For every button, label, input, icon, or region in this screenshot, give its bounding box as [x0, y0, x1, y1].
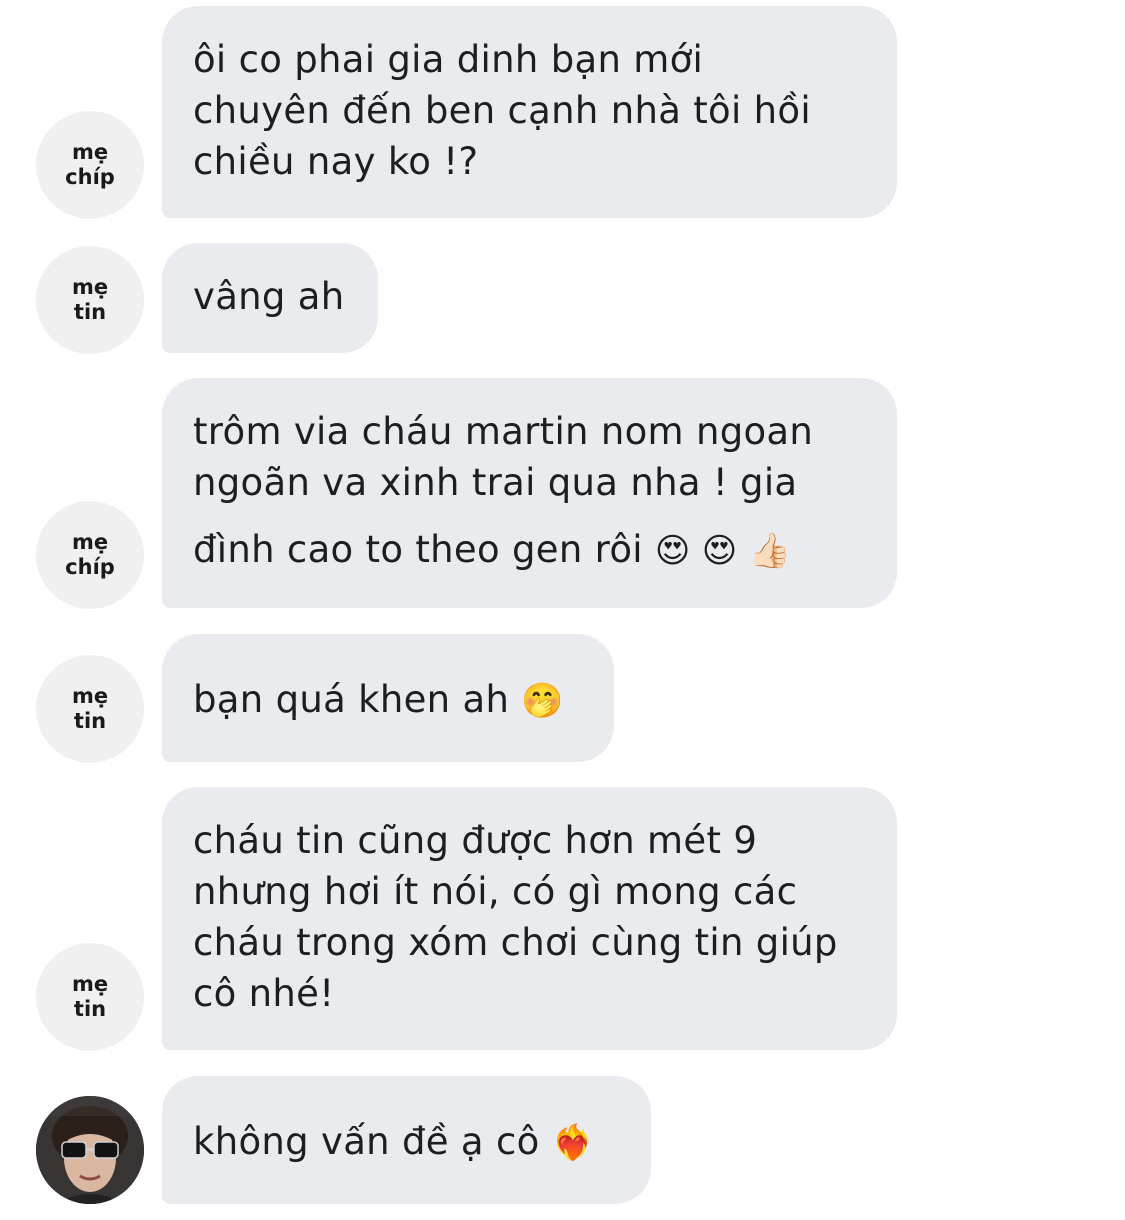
- message-text: trôm via cháu martin nom ngoan: [193, 410, 814, 453]
- message-text: đình cao to theo gen rôi: [193, 528, 643, 571]
- message-bubble[interactable]: cháu tin cũng được hơn mét 9 nhưng hơi í…: [162, 787, 897, 1050]
- avatar-label-line: mẹ: [71, 684, 109, 708]
- avatar-label-line: mẹ: [71, 140, 109, 164]
- emoji-heart-on-fire-icon: ❤️‍🔥: [551, 1123, 595, 1163]
- avatar-label-line: mẹ: [71, 275, 109, 299]
- message-bubble[interactable]: bạn quá khen ah 🤭: [162, 634, 614, 762]
- message-text: chiều nay ko !?: [193, 140, 479, 183]
- message-text: vâng ah: [193, 275, 345, 318]
- message-text-line: bạn quá khen ah 🤭: [193, 674, 584, 727]
- avatar[interactable]: mẹ tin: [36, 246, 144, 354]
- message-bubble[interactable]: không vấn đề ạ cô ❤️‍🔥: [162, 1076, 651, 1204]
- message-text: nhưng hơi ít nói, có gì mong các: [193, 870, 798, 913]
- message-text: ôi co phai gia dinh bạn mới: [193, 38, 704, 81]
- message-text: ngoãn va xinh trai qua nha ! gia: [193, 461, 798, 504]
- emoji-hand-over-mouth-icon: 🤭: [521, 681, 564, 721]
- message-bubble[interactable]: ôi co phai gia dinh bạn mới chuyên đến b…: [162, 6, 897, 218]
- avatar[interactable]: mẹ chíp: [36, 501, 144, 609]
- avatar-label-line: tin: [73, 300, 107, 324]
- message-bubble[interactable]: trôm via cháu martin nom ngoan ngoãn va …: [162, 378, 897, 608]
- message-text: cháu tin cũng được hơn mét 9: [193, 819, 758, 862]
- profile-photo-icon: [36, 1096, 144, 1204]
- message-bubble[interactable]: vâng ah: [162, 243, 378, 353]
- avatar[interactable]: mẹ tin: [36, 943, 144, 1051]
- user-photo-avatar[interactable]: [36, 1096, 144, 1204]
- message-text-line: đình cao to theo gen rôi 😍 😍 👍🏻: [193, 524, 867, 577]
- message-text: chuyên đến ben cạnh nhà tôi hồi: [193, 89, 811, 132]
- avatar-label-line: tin: [73, 997, 107, 1021]
- avatar-label-line: chíp: [65, 165, 115, 189]
- message-text: cháu trong xóm chơi cùng tin giúp: [193, 921, 838, 964]
- message-text: cô nhé!: [193, 972, 335, 1015]
- avatar-label-line: mẹ: [71, 972, 109, 996]
- avatar-label-line: tin: [73, 709, 107, 733]
- message-text: không vấn đề ạ cô: [193, 1120, 540, 1163]
- avatar[interactable]: mẹ tin: [36, 655, 144, 763]
- avatar[interactable]: mẹ chíp: [36, 111, 144, 219]
- avatar-label-line: chíp: [65, 555, 115, 579]
- message-text-line: không vấn đề ạ cô ❤️‍🔥: [193, 1116, 621, 1169]
- avatar-label-line: mẹ: [71, 530, 109, 554]
- emoji-heart-eyes-icon: 😍 😍 👍🏻: [654, 531, 792, 571]
- message-text: bạn quá khen ah: [193, 678, 510, 721]
